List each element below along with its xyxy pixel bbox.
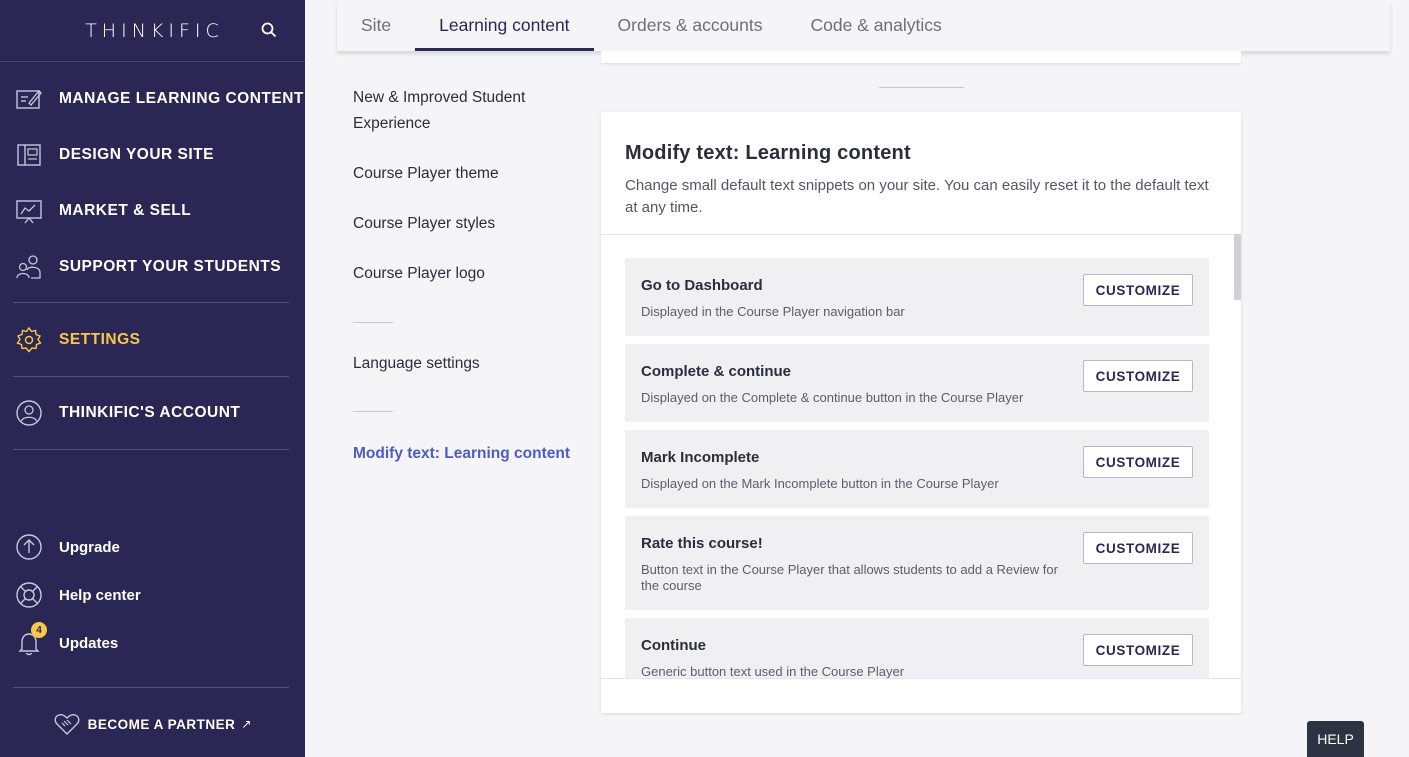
settings-tabs: Site Learning content Orders & accounts …: [337, 0, 1390, 51]
upgrade-label: Upgrade: [59, 538, 120, 556]
nav-support-students[interactable]: SUPPORT YOUR STUDENTS: [0, 247, 305, 287]
external-link-icon: ↗: [241, 717, 252, 731]
search-icon[interactable]: [261, 22, 277, 38]
updates-link[interactable]: 4 Updates: [0, 622, 305, 661]
snippet-description: Displayed on the Complete & continue but…: [641, 390, 1024, 405]
customize-button[interactable]: CUSTOMIZE: [1083, 446, 1193, 478]
lifebuoy-icon: [16, 582, 42, 608]
customize-button[interactable]: CUSTOMIZE: [1083, 634, 1193, 666]
nav-label: MANAGE LEARNING CONTENT: [59, 90, 304, 107]
become-partner-link[interactable]: BECOME A PARTNER ↗: [0, 706, 305, 742]
become-partner-label: BECOME A PARTNER: [87, 716, 236, 732]
subnav-new-student-experience[interactable]: New & Improved Student Experience: [353, 85, 553, 137]
customize-button[interactable]: CUSTOMIZE: [1083, 360, 1193, 392]
sidebar-divider: [13, 687, 289, 688]
nav-label: SUPPORT YOUR STUDENTS: [59, 258, 282, 275]
help-center-label: Help center: [59, 586, 141, 604]
account-icon: [16, 400, 42, 426]
sidebar-divider: [13, 376, 289, 377]
text-snippet-list[interactable]: Go to Dashboard Displayed in the Course …: [601, 240, 1241, 678]
brand-logo[interactable]: THINKIFIC: [85, 20, 224, 42]
snippet-description: Generic button text used in the Course P…: [641, 664, 905, 678]
nav-thinkific-account[interactable]: THINKIFIC'S ACCOUNT: [0, 393, 305, 433]
subnav-divider: [353, 411, 393, 412]
subnav-course-player-styles[interactable]: Course Player styles: [353, 211, 495, 237]
card-description: Change small default text snippets on yo…: [625, 177, 1209, 216]
snippet-title: Mark Incomplete: [641, 449, 760, 466]
nav-label: DESIGN YOUR SITE: [59, 146, 214, 163]
subnav-course-player-theme[interactable]: Course Player theme: [353, 161, 499, 187]
gear-icon: [16, 326, 42, 353]
subnav-language-settings[interactable]: Language settings: [353, 351, 480, 377]
previous-card-bottom: [601, 51, 1241, 64]
snippet-description: Displayed on the Mark Incomplete button …: [641, 476, 999, 491]
brand-row: THINKIFIC: [0, 0, 305, 62]
sidebar: THINKIFIC MANAGE LEARNING CONTENT DESIGN…: [0, 0, 305, 757]
customize-button[interactable]: CUSTOMIZE: [1083, 274, 1193, 306]
updates-label: Updates: [59, 634, 119, 652]
list-scrollbar[interactable]: [1234, 234, 1241, 300]
sidebar-divider: [13, 302, 289, 303]
upgrade-link[interactable]: Upgrade: [0, 529, 305, 565]
modify-text-card: Modify text: Learning content Change sma…: [601, 112, 1241, 713]
list-item: Mark Incomplete Displayed on the Mark In…: [625, 430, 1209, 508]
help-center-link[interactable]: Help center: [0, 577, 305, 613]
snippet-description: Displayed in the Course Player navigatio…: [641, 304, 905, 319]
tab-site[interactable]: Site: [337, 0, 415, 51]
section-divider: [879, 87, 964, 88]
nav-design-your-site[interactable]: DESIGN YOUR SITE: [0, 135, 305, 175]
nav-label: THINKIFIC'S ACCOUNT: [59, 404, 241, 421]
snippet-title: Continue: [641, 637, 706, 654]
updates-badge: 4: [31, 622, 47, 638]
snippet-title: Rate this course!: [641, 535, 763, 552]
manage-content-icon: [16, 90, 42, 109]
handshake-heart-icon: [54, 714, 80, 735]
snippet-description: Button text in the Course Player that al…: [641, 562, 1058, 593]
design-layout-icon: [17, 144, 41, 166]
nav-manage-learning-content[interactable]: MANAGE LEARNING CONTENT: [0, 79, 305, 119]
card-separator: [601, 234, 1241, 235]
card-footer-separator: [601, 678, 1241, 679]
upgrade-icon: [16, 534, 42, 560]
list-item: Continue Generic button text used in the…: [625, 618, 1209, 678]
subnav-divider: [353, 322, 393, 323]
card-title: Modify text: Learning content: [625, 142, 911, 164]
market-chart-icon: [16, 200, 42, 224]
subnav-course-player-logo[interactable]: Course Player logo: [353, 261, 485, 287]
students-icon: [16, 255, 41, 279]
nav-label: MARKET & SELL: [59, 202, 192, 219]
sidebar-divider: [13, 449, 289, 450]
customize-button[interactable]: CUSTOMIZE: [1083, 532, 1193, 564]
tab-orders-accounts[interactable]: Orders & accounts: [594, 0, 787, 51]
tab-code-analytics[interactable]: Code & analytics: [786, 0, 965, 51]
list-item: Rate this course! Button text in the Cou…: [625, 516, 1209, 610]
nav-market-sell[interactable]: MARKET & SELL: [0, 191, 305, 231]
list-item: Complete & continue Displayed on the Com…: [625, 344, 1209, 422]
list-item: Go to Dashboard Displayed in the Course …: [625, 258, 1209, 336]
nav-settings[interactable]: SETTINGS: [0, 320, 305, 360]
subnav-modify-text[interactable]: Modify text: Learning content: [353, 441, 570, 467]
tab-learning-content[interactable]: Learning content: [415, 0, 594, 51]
help-button[interactable]: HELP: [1307, 721, 1364, 757]
snippet-title: Go to Dashboard: [641, 277, 763, 294]
nav-label: SETTINGS: [59, 331, 141, 348]
snippet-title: Complete & continue: [641, 363, 792, 380]
